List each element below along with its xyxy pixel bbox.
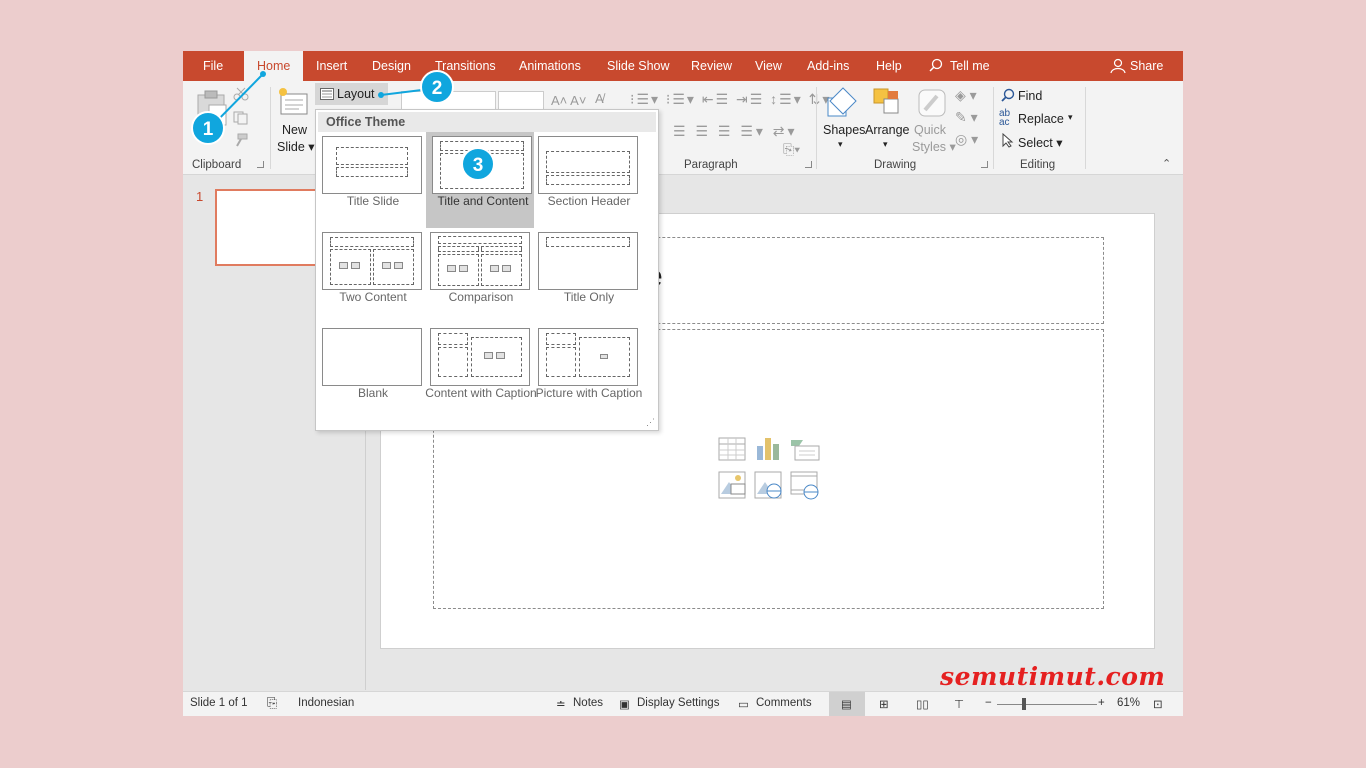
callout-1-badge: 1: [191, 111, 225, 145]
callout-2-badge: 2: [420, 70, 454, 104]
callout-3-badge: 3: [461, 147, 495, 181]
site-watermark: semutimut.com: [940, 662, 1166, 691]
